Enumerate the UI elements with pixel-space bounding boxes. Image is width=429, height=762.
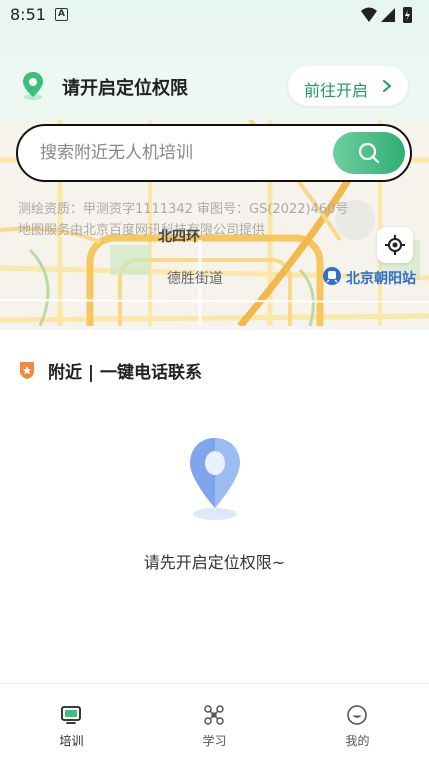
smiley-icon [347, 705, 367, 725]
open-location-label: 前往开启 [304, 81, 369, 100]
map-credit-provider: 地图服务由北京百度网讯科技有限公司提供 [18, 223, 266, 238]
tab-training[interactable]: 培训 [0, 684, 143, 762]
search-button[interactable] [333, 132, 405, 174]
chevron-right-icon [383, 80, 391, 92]
bottom-tab-bar: 培训 学习 我的 [0, 683, 429, 762]
search-icon [358, 142, 380, 164]
nearby-title: 附近 | 一键电话联系 [48, 363, 203, 383]
wifi-icon [361, 7, 377, 22]
location-permission-banner: 请开启定位权限 前往开启 [0, 64, 429, 108]
train-station-icon [323, 267, 341, 285]
empty-state-text: 请先开启定位权限~ [143, 553, 286, 572]
location-pin-icon [23, 72, 43, 100]
location-permission-text: 请开启定位权限 [62, 78, 188, 99]
location-pin-illustration [190, 438, 240, 520]
status-bar: 8:51 A [0, 0, 429, 30]
shield-badge-icon [20, 362, 34, 379]
tab-mine[interactable]: 我的 [286, 684, 429, 762]
signal-icon [381, 8, 395, 22]
map-label-desheng: 德胜街道 [167, 271, 223, 287]
map-label-station: 北京朝阳站 [346, 271, 416, 287]
search-input[interactable] [40, 141, 320, 165]
drone-icon [204, 705, 224, 725]
status-time: 8:51 [10, 5, 46, 24]
tab-study[interactable]: 学习 [143, 684, 286, 762]
training-tv-icon [61, 706, 81, 724]
notification-icon: A [55, 8, 68, 21]
tab-training-label: 培训 [59, 734, 84, 748]
crosshair-icon [385, 235, 405, 255]
open-location-button[interactable]: 前往开启 [288, 66, 408, 106]
tab-study-label: 学习 [202, 734, 227, 748]
map-credit-license: 测绘资质：甲测资字1111342 审图号：GS(2022)460号 [18, 202, 349, 217]
tab-mine-label: 我的 [345, 734, 370, 748]
locate-me-button[interactable] [377, 227, 413, 263]
status-system-icons [361, 7, 412, 23]
map-label-north-4th-ring: 北四环 [158, 229, 200, 245]
search-bar [16, 124, 412, 182]
